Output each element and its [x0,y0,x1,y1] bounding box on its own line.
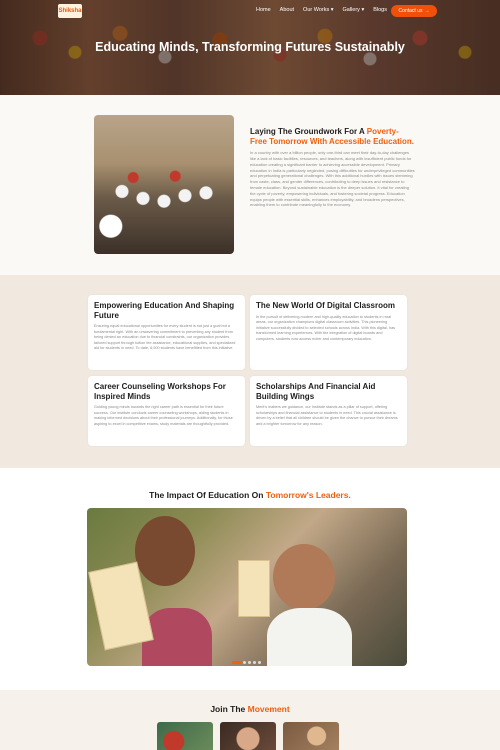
carousel-indicators [232,661,261,664]
carousel-dot[interactable] [258,661,261,664]
impact-heading-accent: Tomorrow's Leaders. [265,490,351,500]
intro-heading: Laying The Groundwork For A Poverty-Free… [250,127,415,146]
top-navigation: Shiksha Home About Our Works ▾ Gallery ▾… [0,3,500,19]
intro-heading-main: Laying The Groundwork For A [250,127,365,136]
nav-link-gallery[interactable]: Gallery ▾ [343,7,365,13]
program-card-title: Scholarships And Financial Aid Building … [256,382,376,401]
carousel-dot[interactable] [253,661,256,664]
carousel-dot[interactable] [232,661,241,664]
contact-us-label: Contact us [398,8,423,14]
program-card-title: The New World Of Digital Classroom [256,301,395,310]
hero-banner: Shiksha Home About Our Works ▾ Gallery ▾… [0,0,500,95]
movement-photo[interactable] [220,722,276,750]
contact-us-button[interactable]: Contact us → [391,5,437,17]
program-card-title: Career Counseling Workshops For Inspired… [94,382,226,401]
movement-heading: Join The Movement [0,704,500,714]
nav-link-our-works[interactable]: Our Works ▾ [303,7,333,13]
movement-heading-main: Join The [210,704,246,714]
impact-section: The Impact Of Education On Tomorrow's Le… [0,468,500,690]
program-card-text: In the pursuit of delivering modern and … [256,314,396,341]
intro-paragraph: In a country with over a billion people,… [250,150,415,208]
program-card: Empowering Education And Shaping Future … [88,295,245,370]
impact-carousel-slide[interactable] [87,508,407,666]
nav-link-home[interactable]: Home [256,7,271,13]
program-card-title: Empowering Education And Shaping Future [94,301,235,320]
program-card: The New World Of Digital Classroom In th… [250,295,407,370]
program-card-text: Guiding young minds towards the right ca… [94,405,233,426]
site-logo[interactable]: Shiksha [58,4,82,18]
movement-photo[interactable] [283,722,339,750]
hero-title: Educating Minds, Transforming Futures Su… [95,40,405,54]
impact-heading-main: The Impact Of Education On [149,490,264,500]
movement-photo[interactable] [157,722,213,750]
program-card-text: Merit's matters we guidance, our Institu… [256,405,398,426]
carousel-dot[interactable] [248,661,251,664]
classroom-photo [94,115,234,254]
intro-section: Laying The Groundwork For A Poverty-Free… [0,95,500,275]
carousel-dot[interactable] [243,661,246,664]
nav-link-blogs[interactable]: Blogs [373,7,387,13]
nav-link-about[interactable]: About [280,7,294,13]
intro-text: Laying The Groundwork For A Poverty-Free… [250,127,415,208]
movement-section: Join The Movement [0,690,500,750]
program-card: Scholarships And Financial Aid Building … [250,376,407,446]
nav-links: Home About Our Works ▾ Gallery ▾ Blogs [256,7,387,13]
program-card: Career Counseling Workshops For Inspired… [88,376,245,446]
arrow-right-icon: → [424,8,430,14]
impact-heading: The Impact Of Education On Tomorrow's Le… [0,490,500,500]
programs-section: Empowering Education And Shaping Future … [0,275,500,468]
program-card-text: Ensuring equal educational opportunities… [94,324,236,351]
movement-heading-accent: Movement [247,704,290,714]
